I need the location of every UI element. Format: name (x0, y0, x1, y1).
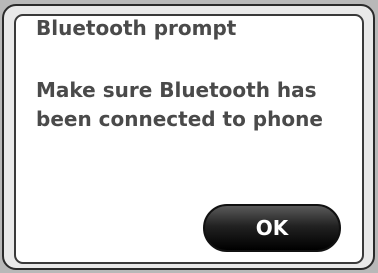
dialog-title: Bluetooth prompt (36, 16, 237, 40)
ok-button[interactable]: OK (203, 204, 341, 252)
ok-button-label: OK (255, 216, 289, 240)
dialog-message-line: been connected to phone (36, 107, 323, 131)
dialog-message-line: Make sure Bluetooth has (36, 78, 317, 102)
dialog-message: Make sure Bluetooth has been connected t… (36, 76, 346, 134)
bluetooth-prompt-dialog: Bluetooth prompt Make sure Bluetooth has… (2, 4, 375, 270)
